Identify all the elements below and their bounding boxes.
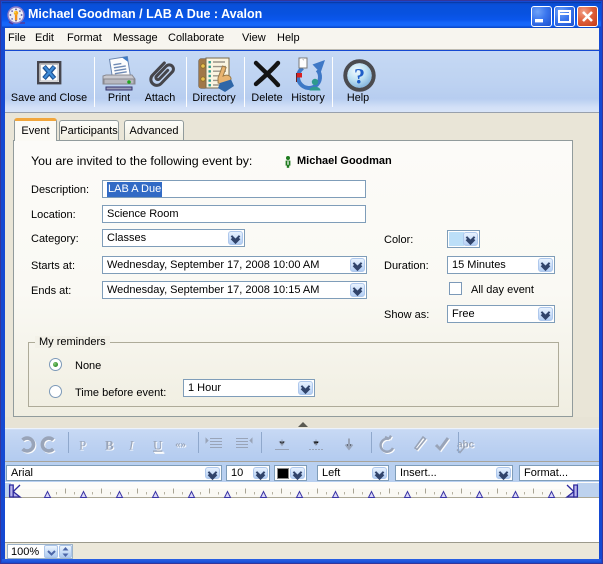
svg-text:?: ? (354, 64, 365, 89)
svg-text:I: I (128, 438, 134, 453)
svg-text:U: U (153, 438, 163, 453)
svg-text:B: B (105, 438, 114, 453)
svg-text:P: P (79, 438, 86, 453)
svg-text:abc: abc (457, 440, 475, 451)
svg-text:«»: «» (175, 439, 186, 451)
